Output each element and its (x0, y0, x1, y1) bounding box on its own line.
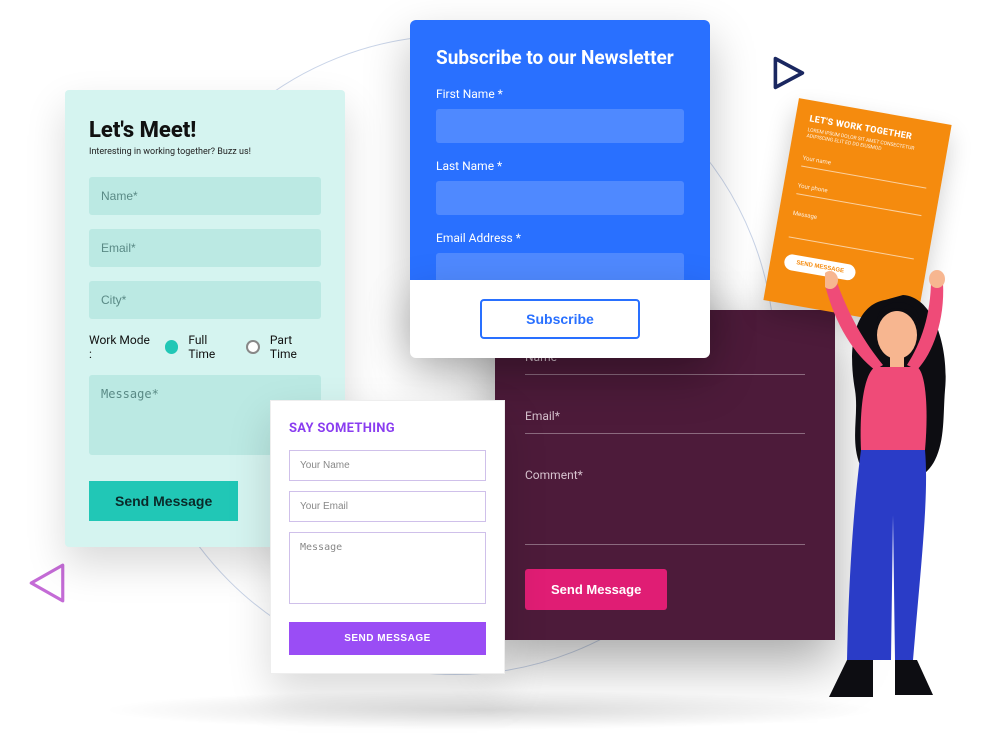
email-label: Email Address * (436, 231, 684, 245)
comment-input[interactable]: Comment* (525, 458, 805, 545)
work-mode-row: Work Mode : Full Time Part Time (89, 333, 321, 361)
work-mode-label: Work Mode : (89, 333, 155, 361)
card-comment: Name* Email* Comment* Send Message (495, 310, 835, 640)
email-input[interactable] (289, 491, 486, 522)
lastname-label: Last Name * (436, 159, 684, 173)
send-message-button[interactable]: SEND MESSAGE (289, 622, 486, 655)
radio-parttime[interactable] (246, 340, 260, 354)
card-subtitle: Interesting in working together? Buzz us… (89, 147, 321, 157)
card-title: SAY SOMETHING (289, 421, 486, 436)
name-input[interactable] (289, 450, 486, 481)
card-title: Subscribe to our Newsletter (436, 46, 684, 69)
email-input[interactable] (89, 229, 321, 267)
card-newsletter: Subscribe to our Newsletter First Name *… (410, 20, 710, 323)
send-message-button[interactable]: Send Message (89, 481, 238, 521)
email-input[interactable]: Email* (525, 399, 805, 434)
lastname-input[interactable] (436, 181, 684, 215)
fulltime-label: Full Time (188, 333, 236, 361)
person-illustration (825, 265, 975, 720)
radio-fulltime[interactable] (165, 340, 179, 354)
card-newsletter-footer: Subscribe (410, 280, 710, 358)
message-input[interactable] (289, 532, 486, 604)
card-say-something: SAY SOMETHING SEND MESSAGE (270, 400, 505, 674)
firstname-input[interactable] (436, 109, 684, 143)
city-input[interactable] (89, 281, 321, 319)
parttime-label: Part Time (270, 333, 321, 361)
ground-shadow (100, 690, 880, 730)
subscribe-button[interactable]: Subscribe (480, 299, 640, 339)
firstname-label: First Name * (436, 87, 684, 101)
name-input[interactable] (89, 177, 321, 215)
card-title: Let's Meet! (89, 118, 321, 143)
send-message-button[interactable]: Send Message (525, 569, 667, 610)
